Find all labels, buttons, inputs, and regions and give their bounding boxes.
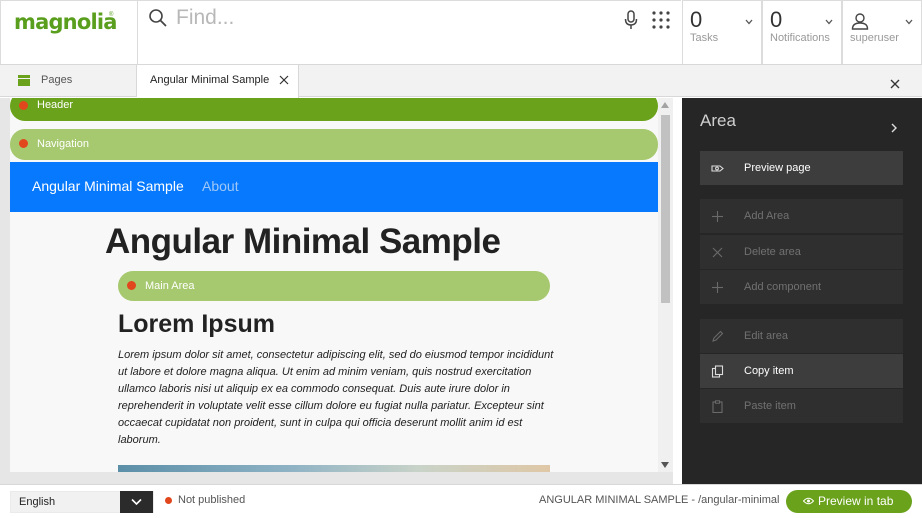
area-status-dot <box>19 101 28 110</box>
username-label: superuser <box>850 32 899 44</box>
action-label: Paste item <box>744 400 796 412</box>
magnolia-logo[interactable]: magnolia ® <box>0 0 138 64</box>
tab-label: Angular Minimal Sample <box>150 74 270 86</box>
site-navbar: Angular Minimal Sample About <box>10 162 658 212</box>
area-status-dot <box>19 139 28 148</box>
close-app-icon[interactable] <box>890 76 900 89</box>
language-dropdown-button[interactable] <box>120 491 153 513</box>
navbar-about-link[interactable]: About <box>202 178 239 194</box>
plus-icon <box>711 281 724 294</box>
copy-icon <box>711 365 724 378</box>
pages-app-icon <box>18 75 30 86</box>
content-paragraph: Lorem ipsum dolor sit amet, consectetur … <box>118 349 554 446</box>
preview-page-button[interactable]: Preview page <box>700 151 903 185</box>
search-input[interactable]: Find... <box>176 6 234 30</box>
panel-title: Area <box>700 111 736 130</box>
status-footer: English Not published ANGULAR MINIMAL SA… <box>0 484 922 518</box>
page-path: ANGULAR MINIMAL SAMPLE - /angular-minima… <box>539 494 780 506</box>
tab-pages[interactable]: Pages <box>0 65 137 97</box>
area-label: Navigation <box>37 138 89 150</box>
search-icon <box>148 8 168 28</box>
preview-scrollbar[interactable] <box>658 98 673 472</box>
chevron-down-icon <box>825 13 833 25</box>
eye-icon <box>803 497 814 505</box>
area-bar-main[interactable]: Main Area <box>118 271 550 301</box>
language-select[interactable]: English <box>10 491 154 513</box>
publish-status-dot <box>165 497 172 504</box>
content-heading: Lorem Ipsum <box>118 310 275 338</box>
plus-icon <box>711 210 724 223</box>
page-canvas: Header Navigation Angular Minimal Sample… <box>10 98 658 472</box>
area-bar-header[interactable]: Header <box>10 98 658 121</box>
logo-registered-mark: ® <box>109 12 114 18</box>
close-tab-icon[interactable] <box>279 75 289 85</box>
preview-icon <box>711 162 724 175</box>
top-bar: magnolia ® Find... 0 Tasks 0 Notificatio… <box>0 0 922 65</box>
page-title: Angular Minimal Sample <box>105 222 501 261</box>
scroll-down-arrow-icon[interactable] <box>661 462 669 468</box>
action-label: Copy item <box>744 365 794 377</box>
pencil-icon <box>711 330 724 343</box>
language-value: English <box>19 496 56 508</box>
add-component-button[interactable]: Add component <box>700 270 903 304</box>
area-bar-navigation[interactable]: Navigation <box>10 129 658 160</box>
scroll-up-arrow-icon[interactable] <box>661 102 669 108</box>
logo-text: magnolia <box>14 10 117 34</box>
tasks-tile[interactable]: 0 Tasks <box>682 0 762 64</box>
action-label: Preview page <box>744 162 811 174</box>
chevron-down-icon <box>745 13 753 25</box>
paste-item-button[interactable]: Paste item <box>700 389 903 423</box>
microphone-icon[interactable] <box>624 10 638 30</box>
action-label: Edit area <box>744 330 789 342</box>
preview-in-tab-button[interactable]: Preview in tab <box>786 490 912 513</box>
edit-area-button[interactable]: Edit area <box>700 319 903 353</box>
publish-status: Not published <box>178 494 246 506</box>
hero-image <box>118 465 550 472</box>
action-panel: Area Preview page Add Area Delete area A… <box>682 98 922 484</box>
scrollbar-thumb[interactable] <box>661 115 670 303</box>
notifications-label: Notifications <box>770 32 830 44</box>
chevron-down-icon <box>131 498 142 506</box>
apps-grid-icon[interactable] <box>652 11 670 29</box>
action-label: Delete area <box>744 246 801 258</box>
tab-pages-label: Pages <box>41 74 73 86</box>
x-icon <box>711 246 724 259</box>
tab-angular-minimal-sample[interactable]: Angular Minimal Sample <box>137 65 299 98</box>
page-preview[interactable]: Header Navigation Angular Minimal Sample… <box>0 98 673 484</box>
tasks-label: Tasks <box>690 32 719 44</box>
add-area-button[interactable]: Add Area <box>700 199 903 233</box>
clipboard-icon <box>711 400 724 414</box>
preview-in-tab-label: Preview in tab <box>818 494 894 508</box>
tasks-count: 0 <box>690 7 703 32</box>
user-icon <box>851 12 869 30</box>
app-tab-bar: Pages Angular Minimal Sample <box>0 65 922 98</box>
chevron-right-icon[interactable] <box>890 120 898 133</box>
notifications-tile[interactable]: 0 Notifications <box>762 0 842 64</box>
notifications-count: 0 <box>770 7 783 32</box>
copy-item-button[interactable]: Copy item <box>700 354 903 388</box>
area-label: Header <box>37 99 74 111</box>
search-bar[interactable]: Find... <box>138 0 681 64</box>
chevron-down-icon <box>905 13 913 25</box>
delete-area-button[interactable]: Delete area <box>700 235 903 269</box>
action-label: Add component <box>744 281 822 293</box>
navbar-brand-link[interactable]: Angular Minimal Sample <box>32 178 184 194</box>
user-tile[interactable]: superuser <box>842 0 922 64</box>
area-status-dot <box>127 281 136 290</box>
area-label: Main Area <box>145 280 195 292</box>
action-label: Add Area <box>744 210 790 222</box>
